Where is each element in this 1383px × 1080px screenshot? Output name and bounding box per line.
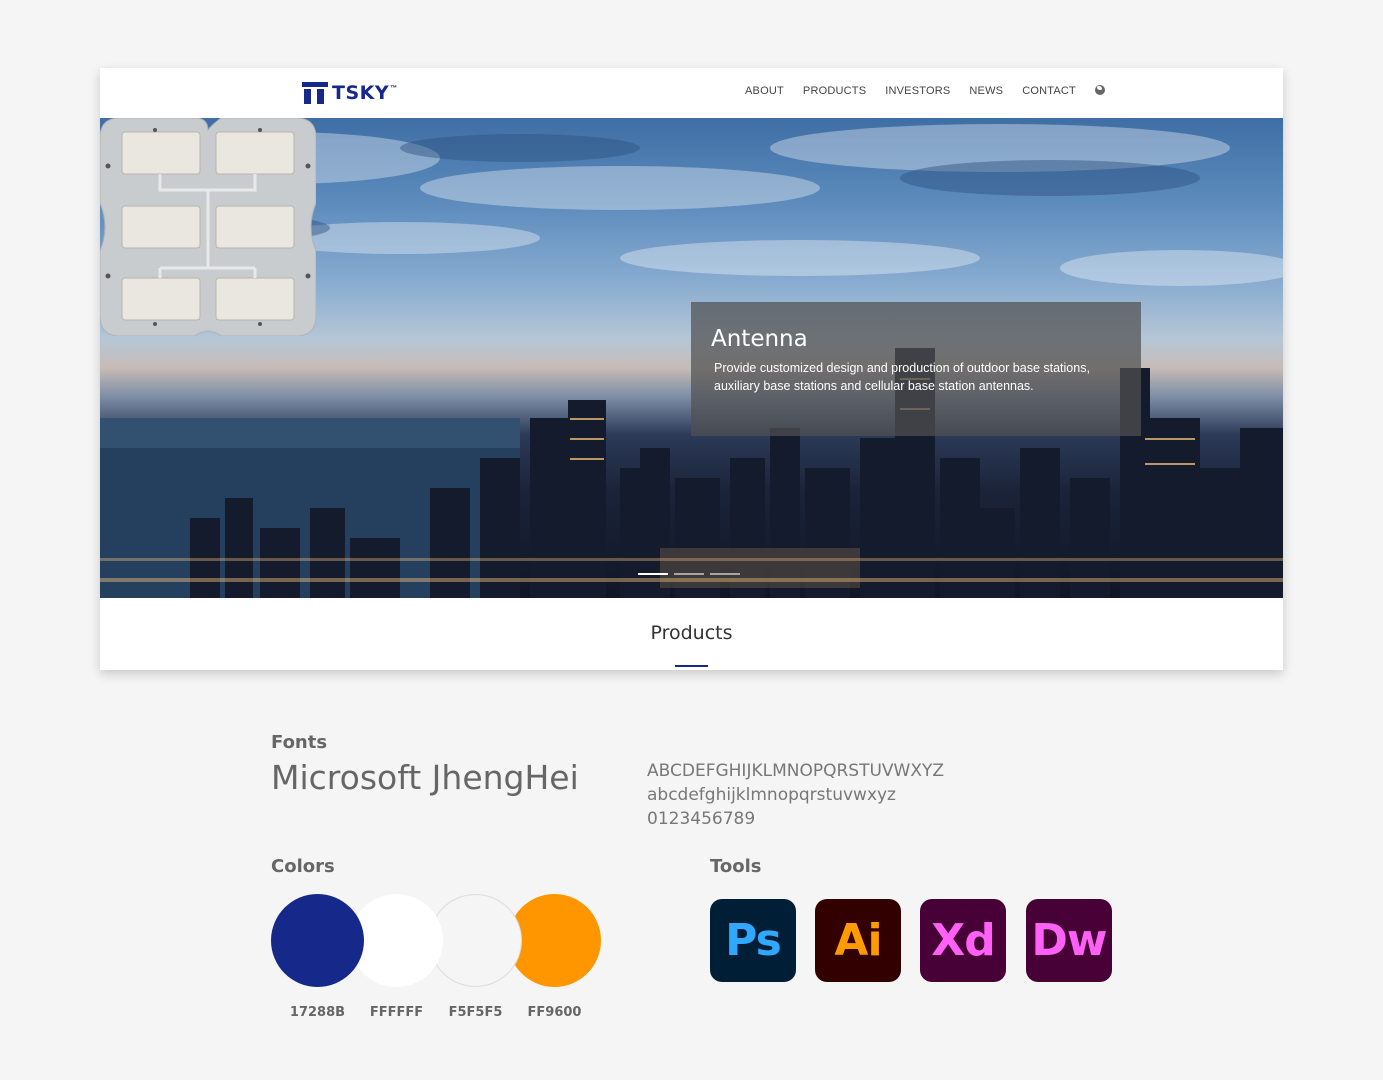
logo-trademark: ™ bbox=[390, 85, 398, 92]
site-header: TSKY ™ ABOUT PRODUCTS INVESTORS NEWS CON… bbox=[100, 68, 1283, 118]
tools-heading: Tools bbox=[710, 856, 762, 877]
main-nav: ABOUT PRODUCTS INVESTORS NEWS CONTACT bbox=[745, 85, 1105, 97]
carousel-dot[interactable] bbox=[710, 573, 740, 575]
font-uppercase: ABCDEFGHIJKLMNOPQRSTUVWXYZ bbox=[647, 761, 945, 781]
products-heading: Products bbox=[650, 622, 733, 644]
nav-about[interactable]: ABOUT bbox=[745, 85, 784, 97]
nav-products[interactable]: PRODUCTS bbox=[803, 85, 866, 97]
antenna-product-image bbox=[100, 118, 316, 336]
nav-news[interactable]: NEWS bbox=[969, 85, 1003, 97]
nav-contact[interactable]: CONTACT bbox=[1022, 85, 1076, 97]
hero-caption: Antenna Provide customized design and pr… bbox=[691, 302, 1141, 436]
font-sample: ABCDEFGHIJKLMNOPQRSTUVWXYZ abcdefghijklm… bbox=[647, 759, 944, 831]
xd-icon: Xd bbox=[920, 899, 1006, 982]
logo-text: TSKY bbox=[332, 82, 390, 104]
color-swatch-blue bbox=[271, 894, 364, 987]
font-digits: 0123456789 bbox=[647, 809, 756, 829]
photoshop-icon: Ps bbox=[710, 899, 796, 982]
nav-investors[interactable]: INVESTORS bbox=[885, 85, 950, 97]
dreamweaver-icon: Dw bbox=[1026, 899, 1112, 982]
hero-banner: Antenna Provide customized design and pr… bbox=[100, 118, 1283, 598]
globe-icon[interactable] bbox=[1094, 85, 1105, 95]
carousel-dot[interactable] bbox=[638, 573, 668, 575]
hero-title: Antenna bbox=[711, 326, 808, 352]
colors-heading: Colors bbox=[271, 856, 335, 877]
website-mockup: TSKY ™ ABOUT PRODUCTS INVESTORS NEWS CON… bbox=[100, 68, 1283, 670]
logo-mark-icon bbox=[302, 82, 328, 104]
color-label: FF9600 bbox=[527, 1005, 582, 1020]
fonts-heading: Fonts bbox=[271, 732, 328, 753]
products-underline bbox=[675, 665, 708, 667]
hero-description: Provide customized design and production… bbox=[714, 361, 1090, 393]
font-name: Microsoft JhengHei bbox=[271, 758, 579, 797]
tsky-logo[interactable]: TSKY ™ bbox=[302, 81, 397, 105]
font-lowercase: abcdefghijklmnopqrstuvwxyz bbox=[647, 785, 896, 805]
carousel-indicators bbox=[638, 573, 746, 575]
carousel-dot[interactable] bbox=[674, 573, 704, 575]
illustrator-icon: Ai bbox=[815, 899, 901, 982]
